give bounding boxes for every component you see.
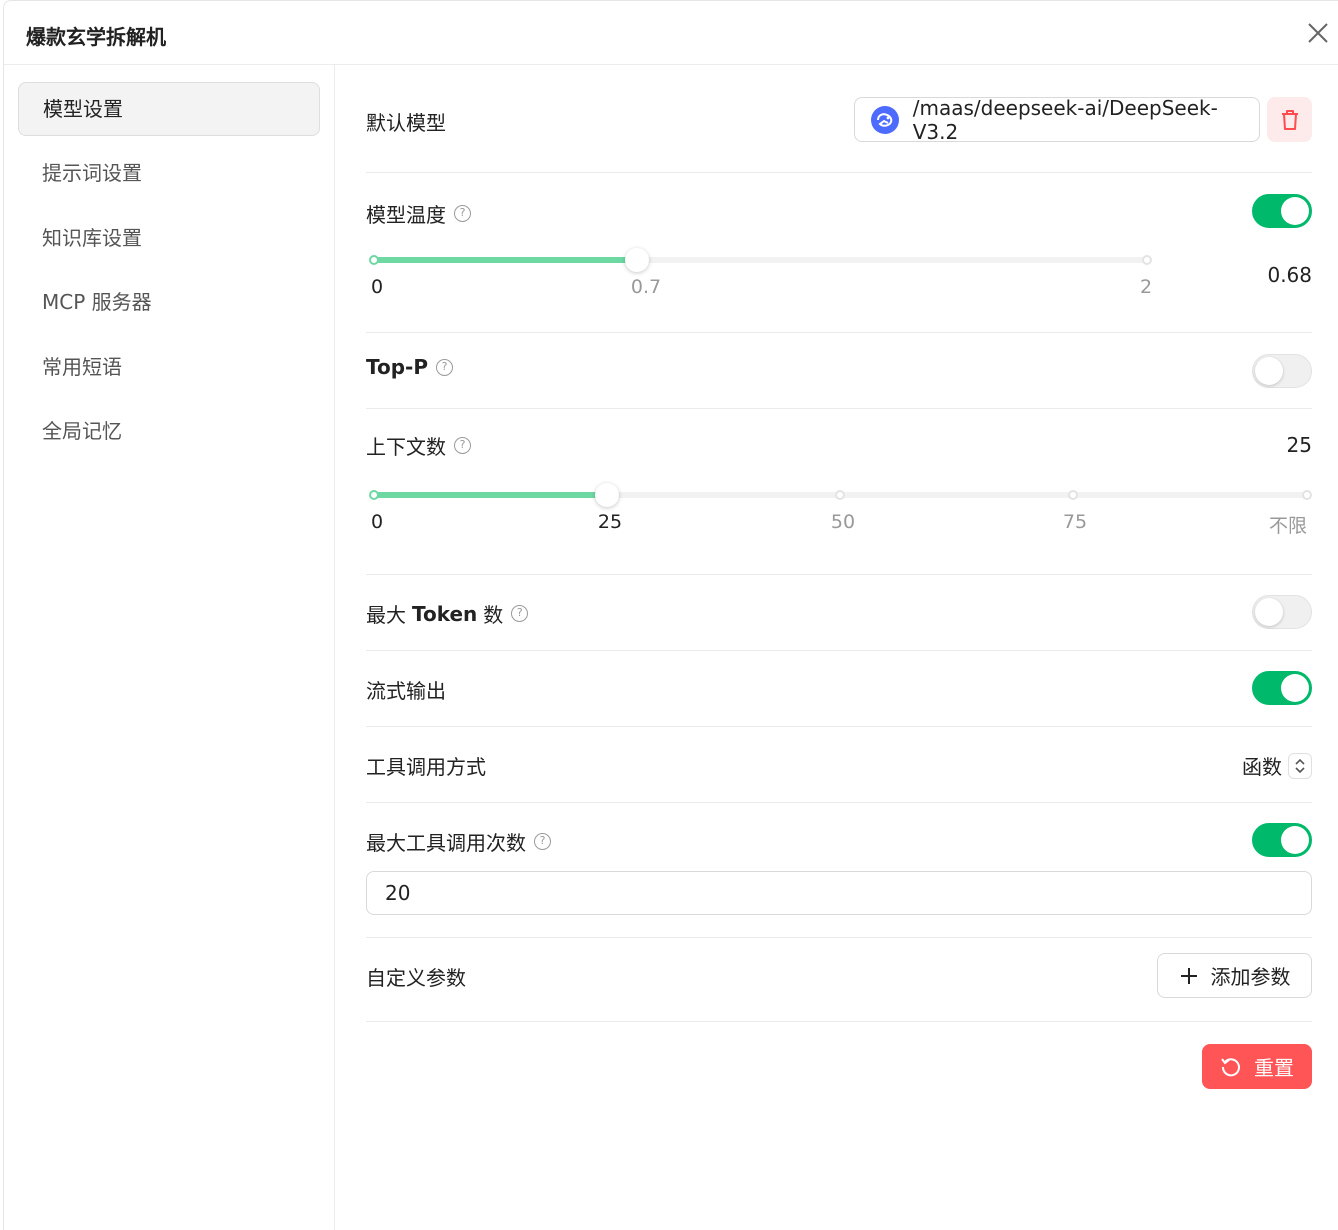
slider-dot: [835, 490, 845, 500]
slider-mark: 75: [1062, 511, 1088, 533]
settings-content: 默认模型 /maas/deepseek-ai/DeepSeek-V3.2 模型温…: [366, 65, 1312, 1230]
trash-icon: [1281, 109, 1298, 130]
top-p-label-text: Top-P: [366, 355, 429, 379]
context-count-row: 上下文数 ? 25 0 25 50 75 不限: [366, 409, 1312, 575]
delete-model-button[interactable]: [1267, 97, 1312, 142]
sidebar-item-global-memory[interactable]: 全局记忆: [18, 404, 320, 458]
max-tokens-suffix: 数: [483, 603, 504, 627]
chevron-up-down-icon: [1288, 752, 1312, 779]
slider-mark: 25: [597, 511, 623, 533]
help-icon[interactable]: ?: [454, 437, 471, 454]
top-p-toggle[interactable]: [1252, 354, 1312, 388]
plus-icon: [1180, 967, 1197, 984]
sidebar-item-mcp-servers[interactable]: MCP 服务器: [18, 275, 320, 329]
temperature-value: 0.68: [1267, 263, 1312, 287]
temperature-slider-handle[interactable]: [624, 248, 649, 272]
slider-dot: [1302, 490, 1312, 500]
max-tokens-label: 最大 Token 数 ?: [366, 599, 529, 628]
title-bar: 爆款玄学拆解机: [4, 1, 1338, 65]
max-tool-calls-label: 最大工具调用次数 ?: [366, 827, 551, 856]
slider-mark: 0: [370, 511, 384, 533]
close-icon[interactable]: [1304, 19, 1332, 47]
custom-params-row: 自定义参数 添加参数: [366, 938, 1312, 1022]
slider-dot: [369, 490, 379, 500]
settings-window: 爆款玄学拆解机 模型设置 提示词设置 知识库设置 MCP 服务器 常用短语 全局…: [3, 0, 1338, 1230]
reset-icon: [1221, 1057, 1240, 1076]
max-tool-calls-toggle[interactable]: [1252, 823, 1312, 857]
temperature-slider[interactable]: [369, 248, 1152, 272]
max-tool-calls-input[interactable]: [366, 871, 1312, 915]
stream-output-label: 流式输出: [366, 679, 446, 703]
reset-button[interactable]: 重置: [1202, 1044, 1312, 1089]
context-count-value: 25: [1286, 433, 1312, 457]
model-selector[interactable]: /maas/deepseek-ai/DeepSeek-V3.2: [854, 95, 1260, 144]
settings-sidebar: 模型设置 提示词设置 知识库设置 MCP 服务器 常用短语 全局记忆: [4, 65, 335, 1230]
help-icon[interactable]: ?: [454, 205, 471, 222]
temperature-slider-fill: [374, 257, 637, 263]
add-param-button[interactable]: 添加参数: [1157, 953, 1312, 998]
slider-mark: 0: [370, 276, 384, 298]
slider-dot: [1142, 255, 1152, 265]
help-icon[interactable]: ?: [534, 833, 551, 850]
divider: [366, 1021, 1312, 1022]
top-p-row: Top-P ?: [366, 333, 1312, 409]
slider-mark: 2: [1139, 276, 1153, 298]
sidebar-item-model-settings[interactable]: 模型设置: [18, 82, 320, 136]
temperature-row: 模型温度 ? 0 0.7 2 0.68: [366, 173, 1312, 333]
top-p-label: Top-P ?: [366, 355, 454, 379]
slider-mark: 50: [830, 511, 856, 533]
max-tokens-toggle[interactable]: [1252, 595, 1312, 629]
context-count-label-text: 上下文数: [366, 435, 446, 459]
default-model-row: 默认模型 /maas/deepseek-ai/DeepSeek-V3.2: [366, 65, 1312, 173]
tool-call-mode-label: 工具调用方式: [366, 755, 486, 779]
slider-dot: [1068, 490, 1078, 500]
slider-dot: [369, 255, 379, 265]
stream-output-toggle[interactable]: [1252, 671, 1312, 705]
tool-call-mode-row: 工具调用方式 函数: [366, 727, 1312, 803]
window-title: 爆款玄学拆解机: [26, 25, 166, 49]
context-slider-fill: [374, 492, 608, 498]
add-param-label: 添加参数: [1210, 965, 1291, 989]
sidebar-item-prompt-settings[interactable]: 提示词设置: [18, 146, 320, 200]
temperature-label-text: 模型温度: [366, 203, 446, 227]
model-name: /maas/deepseek-ai/DeepSeek-V3.2: [912, 95, 1218, 144]
slider-mark: 不限: [1268, 515, 1308, 537]
tool-call-mode-value: 函数: [1242, 755, 1282, 779]
max-tool-calls-label-text: 最大工具调用次数: [366, 831, 526, 855]
reset-label: 重置: [1254, 1056, 1294, 1080]
temperature-toggle[interactable]: [1252, 194, 1312, 228]
deepseek-logo-icon: [871, 105, 899, 134]
context-count-label: 上下文数 ?: [366, 431, 471, 460]
slider-mark: 0.7: [630, 276, 662, 298]
context-count-slider[interactable]: [369, 483, 1312, 507]
temperature-label: 模型温度 ?: [366, 199, 471, 228]
sidebar-item-knowledge-settings[interactable]: 知识库设置: [18, 211, 320, 265]
help-icon[interactable]: ?: [511, 605, 529, 622]
tool-call-mode-select[interactable]: 函数: [1242, 751, 1312, 780]
max-tool-calls-row: 最大工具调用次数 ?: [366, 803, 1312, 937]
stream-output-row: 流式输出: [366, 651, 1312, 727]
max-tokens-token: Token: [412, 601, 478, 626]
context-slider-handle[interactable]: [595, 483, 620, 507]
sidebar-item-common-phrases[interactable]: 常用短语: [18, 340, 320, 394]
max-tokens-row: 最大 Token 数 ?: [366, 575, 1312, 651]
default-model-label: 默认模型: [366, 111, 446, 135]
custom-params-label: 自定义参数: [366, 966, 466, 990]
max-tokens-prefix: 最大: [366, 603, 406, 627]
help-icon[interactable]: ?: [436, 358, 454, 376]
